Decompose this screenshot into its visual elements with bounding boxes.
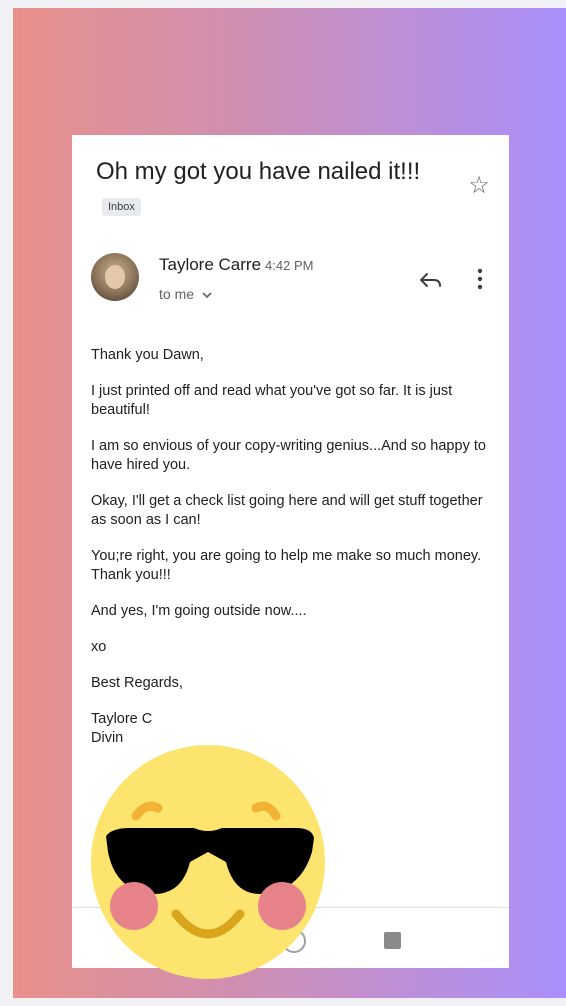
- sender-name: Taylore Carre: [159, 255, 262, 274]
- body-paragraph: I am so envious of your copy-writing gen…: [91, 438, 486, 473]
- email-body: Thank you Dawn, I just printed off and r…: [91, 346, 496, 748]
- subject-text: Oh my got you have nailed it!!!: [96, 158, 421, 185]
- sender-line: Taylore Carre 4:42 PM: [159, 255, 313, 275]
- email-subject: Oh my got you have nailed it!!! Inbox: [96, 155, 436, 223]
- body-paragraph: And yes, I'm going outside now....: [91, 603, 307, 619]
- body-paragraph: Thank you Dawn,: [91, 347, 204, 363]
- avatar-face: [105, 265, 125, 289]
- recipient-toggle[interactable]: to me: [159, 286, 212, 302]
- recents-icon[interactable]: [384, 932, 401, 949]
- reply-icon[interactable]: [418, 268, 444, 292]
- signature: Taylore C Divin: [91, 710, 496, 748]
- body-paragraph: Best Regards,: [91, 675, 183, 691]
- body-paragraph: I just printed off and read what you've …: [91, 383, 453, 418]
- body-paragraph: You;re right, you are going to help me m…: [91, 548, 482, 583]
- more-vert-icon[interactable]: [472, 266, 488, 292]
- sunglasses-emoji: [91, 745, 325, 979]
- inbox-label[interactable]: Inbox: [102, 197, 141, 216]
- email-time: 4:42 PM: [265, 258, 314, 273]
- signature-line-1: Taylore C: [91, 711, 153, 727]
- chevron-down-icon: [202, 292, 212, 299]
- body-paragraph: Okay, I'll get a check list going here a…: [91, 493, 483, 528]
- star-icon[interactable]: ☆: [466, 173, 492, 199]
- avatar[interactable]: [91, 253, 139, 301]
- recipient-text: to me: [159, 286, 195, 302]
- body-paragraph: xo: [91, 639, 107, 655]
